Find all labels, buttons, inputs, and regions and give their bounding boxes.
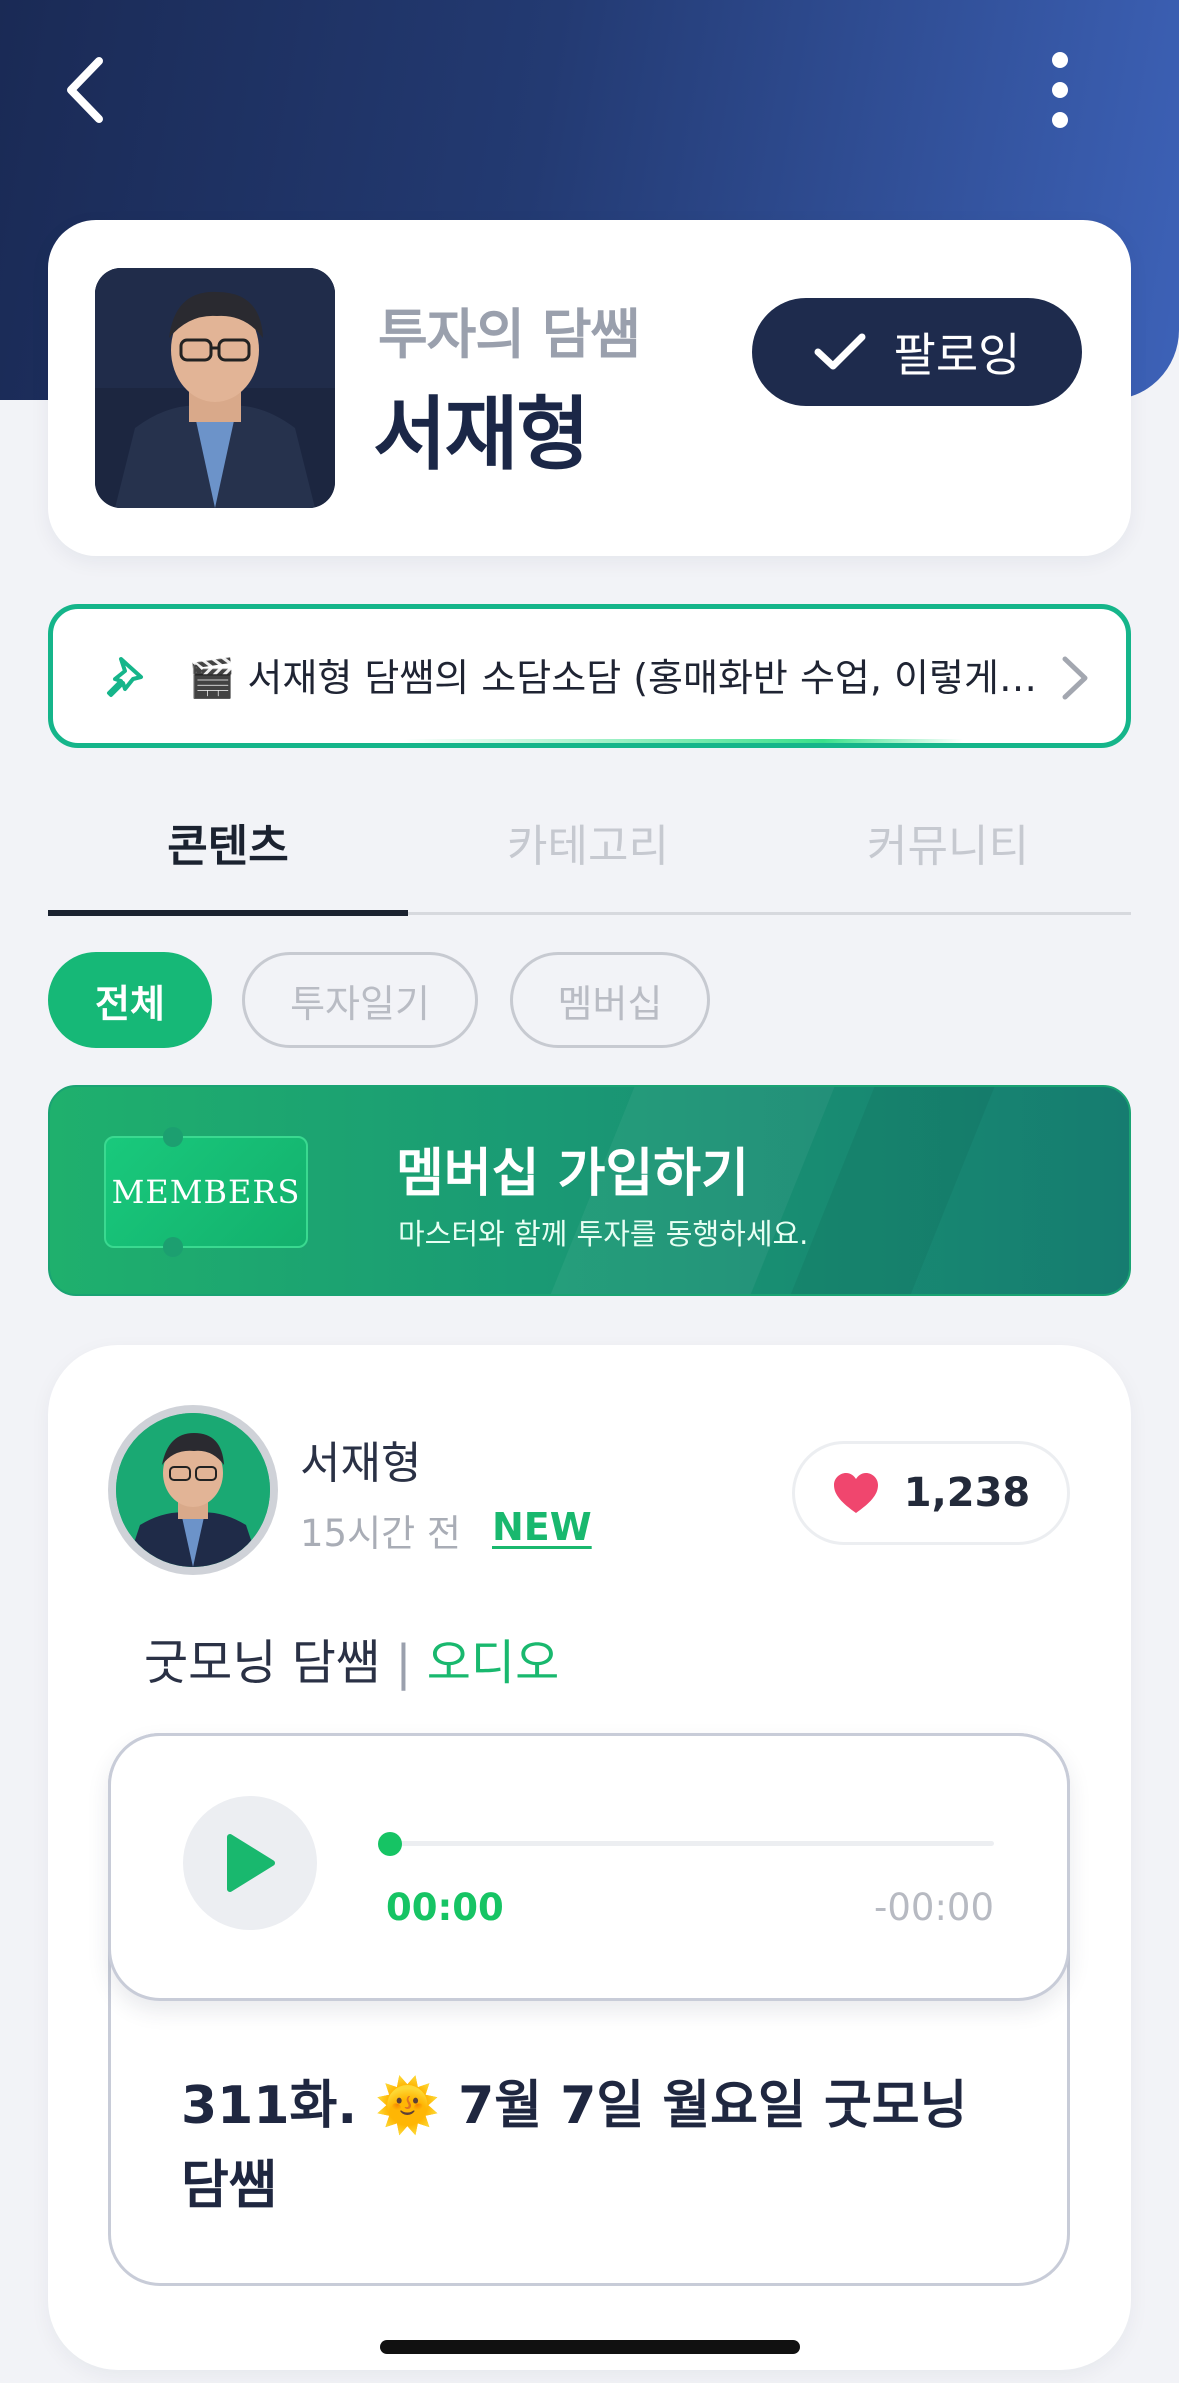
remaining-time: -00:00	[874, 1886, 994, 1929]
tab-categories[interactable]: 카테고리	[408, 810, 768, 874]
profile-avatar	[95, 268, 335, 508]
post-title-separator: |	[380, 1635, 427, 1691]
content-tabs: 콘텐츠 카테고리 커뮤니티	[48, 780, 1131, 916]
pin-icon	[107, 657, 143, 697]
following-label: 팔로잉	[893, 328, 1021, 382]
top-bar	[0, 0, 1179, 180]
filter-investment-diary[interactable]: 투자일기	[242, 952, 478, 1048]
like-button[interactable]: 1,238	[792, 1441, 1070, 1545]
notice-glow	[403, 739, 963, 743]
heart-icon	[833, 1473, 878, 1513]
audio-player: 00:00 -00:00	[108, 1733, 1070, 2001]
play-button[interactable]	[183, 1796, 317, 1930]
post-timestamp: 15시간 전	[300, 1512, 461, 1555]
profile-name: 서재형	[373, 388, 590, 481]
tab-contents[interactable]: 콘텐츠	[48, 810, 408, 874]
audio-post-box: 00:00 -00:00 311화. 🌞 7월 7일 월요일 굿모닝 담쌤	[108, 1733, 1070, 2286]
check-icon	[814, 333, 866, 370]
ticket-notch	[163, 1127, 183, 1147]
post-title: 굿모닝 담쌤 | 오디오	[144, 1623, 559, 1693]
following-button[interactable]: 팔로잉	[752, 298, 1082, 406]
back-button[interactable]	[55, 50, 115, 130]
profile-card: 투자의 담쌤 서재형 팔로잉	[48, 220, 1131, 556]
filter-membership[interactable]: 멤버십	[510, 952, 710, 1048]
members-ticket-label: MEMBERS	[111, 1173, 301, 1211]
post-author-name[interactable]: 서재형	[300, 1427, 421, 1491]
chevron-left-icon	[67, 57, 103, 123]
play-icon	[227, 1834, 275, 1892]
post-category: 오디오	[426, 1635, 560, 1691]
episode-title[interactable]: 311화. 🌞 7월 7일 월요일 굿모닝 담쌤	[181, 2066, 1001, 2226]
ticket-notch	[163, 1237, 183, 1257]
filter-all[interactable]: 전체	[48, 952, 212, 1048]
more-vertical-icon	[1052, 52, 1068, 128]
more-options-button[interactable]	[1030, 45, 1090, 135]
tab-community[interactable]: 커뮤니티	[768, 810, 1128, 874]
membership-title: 멤버십 가입하기	[396, 1144, 749, 1204]
chevron-right-icon	[1062, 656, 1088, 700]
notice-text: 🎬 서재형 담쌤의 소담소담 (홍매화반 수업, 이렇게 진행됩니다)	[188, 656, 1048, 700]
progress-knob[interactable]	[378, 1832, 402, 1856]
membership-banner[interactable]: MEMBERS 멤버십 가입하기 마스터와 함께 투자를 동행하세요.	[48, 1085, 1131, 1296]
tab-active-indicator	[48, 910, 408, 916]
new-badge: NEW	[492, 1505, 592, 1549]
post-card[interactable]: 서재형 15시간 전 NEW 1,238 굿모닝 담쌤 | 오디오 00:00 …	[48, 1345, 1131, 2370]
post-author-avatar[interactable]	[108, 1405, 278, 1575]
profile-subtitle: 투자의 담쌤	[378, 303, 640, 366]
progress-track[interactable]	[378, 1832, 994, 1856]
current-time: 00:00	[386, 1886, 504, 1929]
post-title-main: 굿모닝 담쌤	[144, 1635, 381, 1691]
members-ticket-logo: MEMBERS	[104, 1136, 308, 1248]
membership-subtitle: 마스터와 함께 투자를 동행하세요.	[398, 1217, 809, 1251]
home-indicator	[380, 2340, 800, 2354]
pinned-notice[interactable]: 🎬 서재형 담쌤의 소담소담 (홍매화반 수업, 이렇게 진행됩니다)	[48, 604, 1131, 748]
like-count: 1,238	[903, 1470, 1031, 1516]
